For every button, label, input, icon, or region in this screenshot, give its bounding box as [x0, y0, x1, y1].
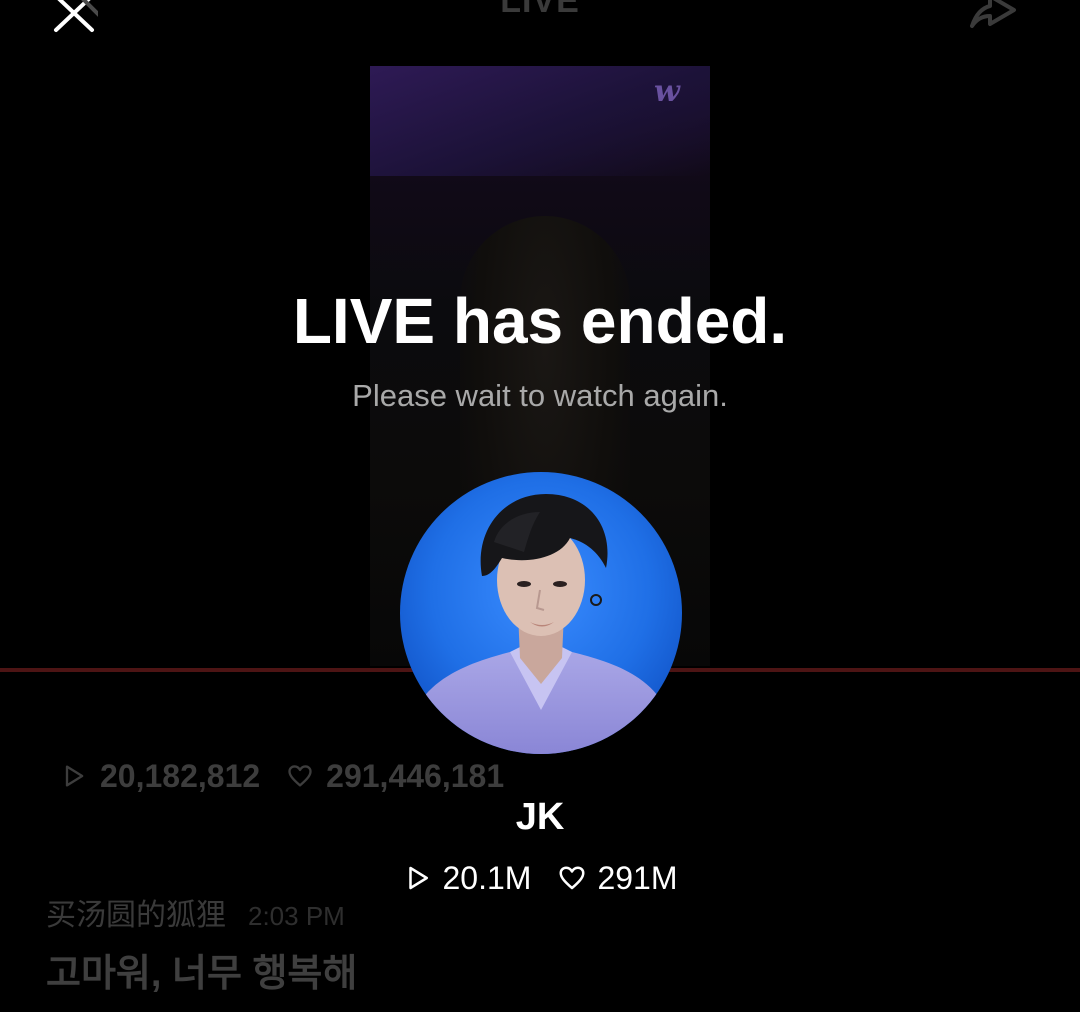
- chat-message-text: 고마워, 너무 행복해: [46, 953, 358, 995]
- artist-avatar[interactable]: [400, 472, 682, 754]
- heart-icon: [288, 765, 312, 787]
- chat-timestamp: 2:03 PM: [248, 901, 345, 931]
- weverse-logo: w: [654, 74, 680, 109]
- background-play-count: 20,182,812: [100, 757, 261, 794]
- share-icon: [970, 0, 1016, 28]
- background-like-count: 291,446,181: [326, 757, 505, 794]
- like-count: 291M: [597, 859, 678, 896]
- live-stats: 20.1M 291M: [0, 858, 1080, 898]
- close-button[interactable]: [50, 0, 102, 34]
- artist-name: JK: [515, 796, 565, 838]
- play-count: 20.1M: [442, 859, 532, 896]
- close-icon: [54, 0, 102, 32]
- artist-avatar-image: [400, 472, 682, 754]
- heart-icon: [559, 866, 585, 890]
- play-icon: [408, 866, 428, 890]
- play-icon: [65, 765, 84, 787]
- background-stats: 20,182,812 291,446,181: [60, 756, 530, 796]
- page-title: LIVE: [500, 0, 580, 20]
- live-ended-subtext: Please wait to watch again.: [352, 378, 728, 413]
- like-count-stat: 291M: [557, 860, 677, 897]
- play-count-stat: 20.1M: [403, 859, 532, 897]
- live-ended-heading: LIVE has ended.: [292, 285, 788, 357]
- share-button[interactable]: [968, 0, 1032, 30]
